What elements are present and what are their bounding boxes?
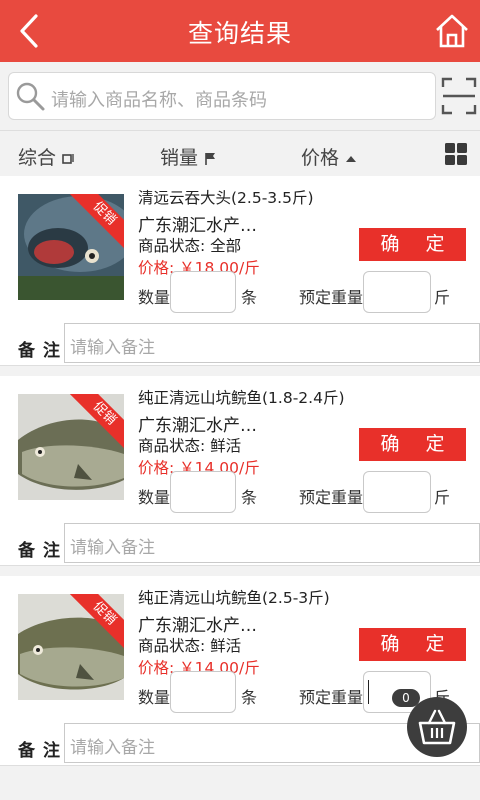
scan-icon — [441, 77, 477, 115]
weight-input[interactable] — [363, 471, 431, 513]
basket-icon — [418, 709, 456, 745]
remark-placeholder: 请输入备注 — [70, 538, 155, 558]
product-name[interactable]: 纯正清远山坑鲩鱼(2.5-3斤) — [138, 586, 330, 608]
header-bar: 查询结果 — [0, 0, 480, 62]
weight-label: 预定重量 — [299, 488, 364, 507]
product-status: 商品状态: 全部 — [138, 237, 242, 255]
supplier-name: 广东潮汇水产… — [138, 416, 257, 436]
quantity-input[interactable] — [170, 271, 236, 313]
product-status: 商品状态: 鲜活 — [138, 437, 242, 455]
supplier-name: 广东潮汇水产… — [138, 216, 257, 236]
sort-bar: 综合 销量 价格 — [0, 130, 480, 178]
confirm-button[interactable]: 确 定 — [359, 428, 466, 461]
remark-label: 备注 — [18, 741, 68, 761]
list-item: 促销 纯正清远山坑鲩鱼(1.8-2.4斤) 广东潮汇水产… 商品状态: 鲜活 价… — [0, 376, 480, 566]
search-input[interactable]: 请输入商品名称、商品条码 — [8, 72, 436, 120]
product-image[interactable]: 促销 — [18, 394, 124, 500]
home-icon — [436, 14, 468, 48]
list-item: 促销 清远云吞大头(2.5-3.5斤) 广东潮汇水产… 商品状态: 全部 价格:… — [0, 176, 480, 366]
confirm-button[interactable]: 确 定 — [359, 628, 466, 661]
quantity-unit: 条 — [241, 688, 258, 707]
cart-button[interactable] — [407, 697, 467, 757]
sort-comprehensive[interactable]: 综合 — [18, 143, 74, 170]
remark-input[interactable]: 请输入备注 — [64, 323, 480, 363]
flag-icon — [205, 152, 216, 165]
quantity-unit: 条 — [241, 488, 258, 507]
sort-price[interactable]: 价格 — [301, 143, 357, 170]
triangle-up-icon — [346, 155, 357, 162]
quantity-input[interactable] — [170, 671, 236, 713]
remark-placeholder: 请输入备注 — [70, 338, 155, 358]
confirm-button[interactable]: 确 定 — [359, 228, 466, 261]
quantity-label: 数量 — [138, 288, 171, 307]
grid-icon[interactable] — [444, 142, 468, 166]
sort-sales[interactable]: 销量 — [160, 143, 216, 170]
remark-placeholder: 请输入备注 — [70, 738, 155, 758]
search-bar: 请输入商品名称、商品条码 — [0, 62, 480, 130]
remark-input[interactable]: 请输入备注 — [64, 523, 480, 563]
quantity-unit: 条 — [241, 288, 258, 307]
quantity-label: 数量 — [138, 488, 171, 507]
product-image[interactable]: 促销 — [18, 194, 124, 300]
weight-label: 预定重量 — [299, 688, 364, 707]
scan-button[interactable] — [441, 75, 477, 117]
product-image[interactable]: 促销 — [18, 594, 124, 700]
search-placeholder: 请输入商品名称、商品条码 — [51, 90, 267, 111]
weight-label: 预定重量 — [299, 288, 364, 307]
weight-unit: 斤 — [434, 288, 451, 307]
quantity-input[interactable] — [170, 471, 236, 513]
cart-count-badge: 0 — [392, 689, 420, 707]
weight-unit: 斤 — [434, 488, 451, 507]
remark-label: 备注 — [18, 341, 68, 361]
search-icon — [16, 82, 45, 111]
product-name[interactable]: 纯正清远山坑鲩鱼(1.8-2.4斤) — [138, 386, 345, 408]
remark-label: 备注 — [18, 541, 68, 561]
home-button[interactable] — [432, 10, 472, 52]
supplier-name: 广东潮汇水产… — [138, 616, 257, 636]
text-cursor — [368, 680, 369, 704]
product-status: 商品状态: 鲜活 — [138, 637, 242, 655]
quantity-label: 数量 — [138, 688, 171, 707]
sort-square-icon — [62, 153, 74, 164]
weight-input[interactable] — [363, 271, 431, 313]
product-name[interactable]: 清远云吞大头(2.5-3.5斤) — [138, 186, 314, 208]
page-title: 查询结果 — [187, 19, 292, 48]
